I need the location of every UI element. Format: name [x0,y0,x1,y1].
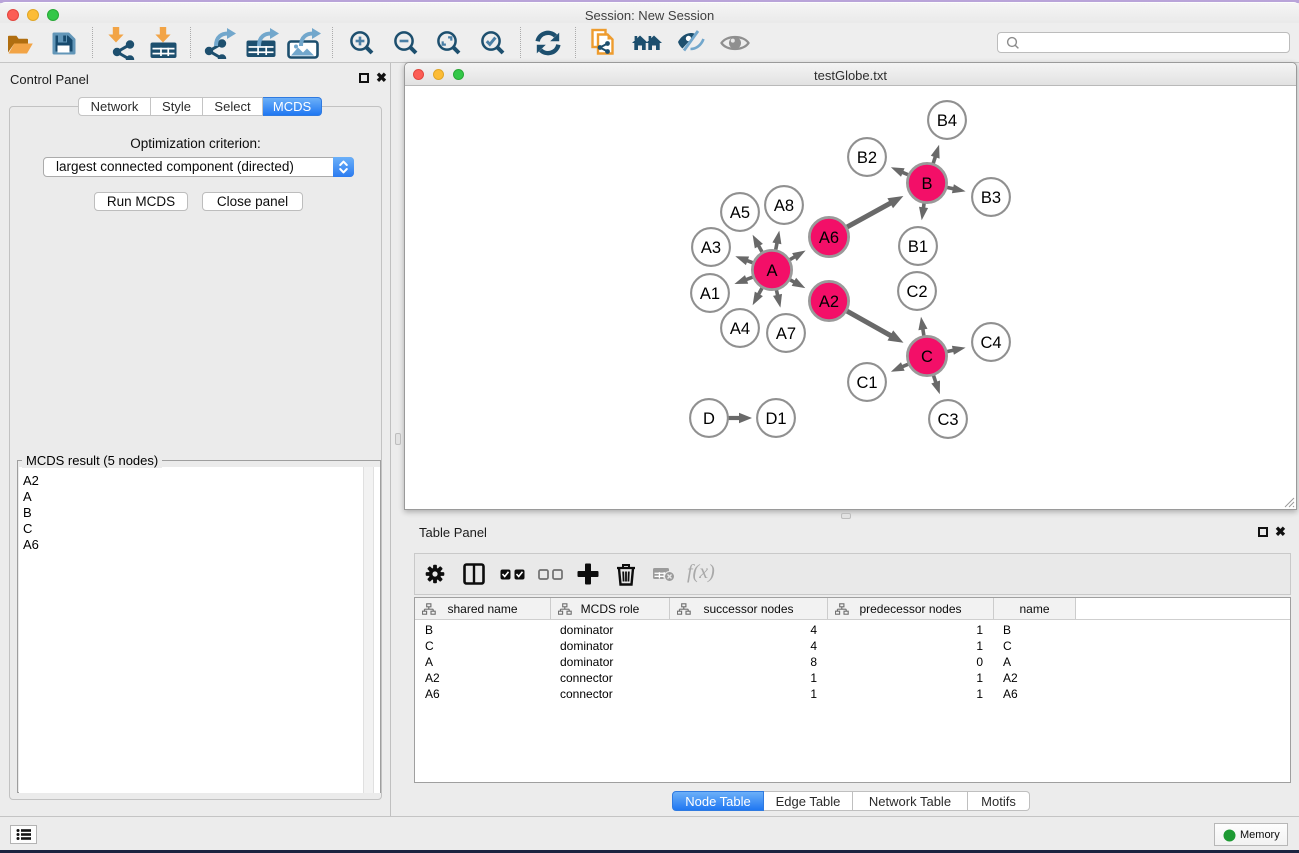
svg-text:B4: B4 [937,112,957,130]
svg-text:C1: C1 [856,374,877,392]
svg-text:B3: B3 [981,189,1001,207]
svg-text:A2: A2 [819,293,839,311]
svg-text:A7: A7 [776,325,796,343]
svg-text:B1: B1 [908,238,928,256]
svg-text:B: B [921,175,932,193]
svg-text:A1: A1 [700,285,720,303]
svg-text:A4: A4 [730,320,750,338]
svg-text:D1: D1 [765,410,786,428]
svg-text:A5: A5 [730,204,750,222]
svg-text:D: D [703,410,715,428]
svg-text:C2: C2 [906,283,927,301]
svg-text:C4: C4 [980,334,1001,352]
svg-text:A: A [766,262,777,280]
svg-text:C3: C3 [937,411,958,429]
svg-text:C: C [921,348,933,366]
svg-text:B2: B2 [857,149,877,167]
svg-text:A8: A8 [774,197,794,215]
svg-text:A6: A6 [819,229,839,247]
svg-text:A3: A3 [701,239,721,257]
